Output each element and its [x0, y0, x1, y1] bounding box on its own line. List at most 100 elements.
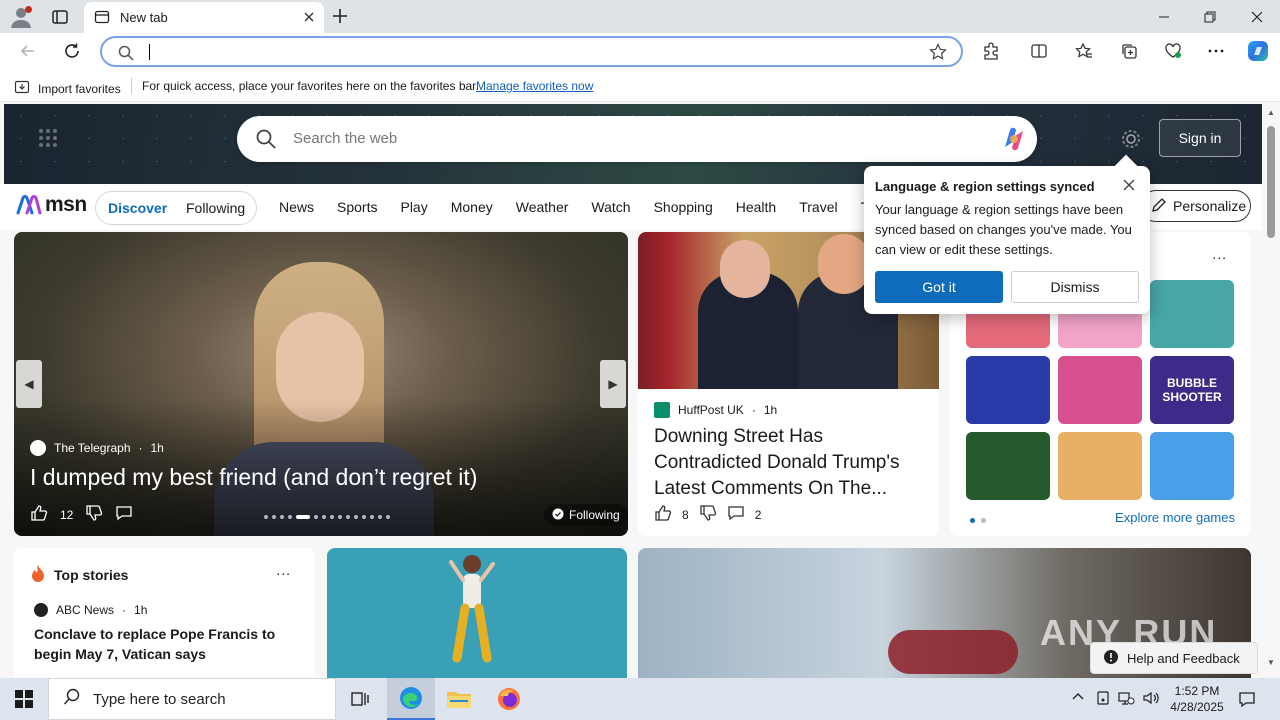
settings-gear-icon[interactable] — [1120, 128, 1142, 153]
msn-logo[interactable]: msn — [16, 193, 87, 217]
network-icon[interactable] — [1117, 690, 1135, 709]
show-hidden-icons-chevron-icon[interactable] — [1071, 690, 1085, 707]
help-feedback-button[interactable]: Help and Feedback — [1090, 642, 1258, 674]
like-icon[interactable] — [30, 504, 48, 525]
dislike-icon[interactable] — [699, 504, 717, 525]
game-tile[interactable] — [1150, 432, 1234, 500]
close-tab-icon[interactable] — [302, 10, 316, 27]
image-person-right-head — [818, 234, 870, 294]
comment-icon[interactable] — [727, 504, 745, 525]
got-it-button[interactable]: Got it — [875, 271, 1003, 303]
tab-discover[interactable]: Discover — [108, 200, 167, 216]
collections-icon[interactable] — [1120, 42, 1138, 63]
notification-dot — [25, 6, 32, 13]
tab-actions-icon[interactable] — [50, 7, 70, 27]
game-tile[interactable] — [966, 356, 1050, 424]
profile-icon[interactable] — [8, 4, 34, 30]
promo-image-card[interactable] — [327, 548, 627, 678]
manage-favorites-link[interactable]: Manage favorites now — [476, 79, 593, 93]
game-tile-bubble-shooter[interactable]: BUBBLE SHOOTER — [1150, 356, 1234, 424]
scroll-down-icon[interactable]: ▼ — [1267, 658, 1275, 667]
game-tile[interactable] — [966, 432, 1050, 500]
story-headline[interactable]: I dumped my best friend (and don’t regre… — [30, 464, 477, 491]
carousel-next-button[interactable]: ▶ — [600, 360, 626, 408]
game-tile[interactable] — [1058, 356, 1142, 424]
import-favorites-icon — [14, 79, 30, 98]
game-tile[interactable] — [1058, 432, 1142, 500]
restore-icon[interactable] — [1187, 0, 1233, 33]
tab-title: New tab — [120, 10, 168, 25]
task-view-icon[interactable] — [336, 678, 384, 720]
scrollbar-thumb[interactable] — [1267, 126, 1275, 238]
nav-link-play[interactable]: Play — [400, 199, 427, 215]
carousel-prev-button[interactable]: ◀ — [16, 360, 42, 408]
address-input[interactable] — [100, 36, 963, 67]
web-search-placeholder: Search the web — [293, 130, 398, 147]
nav-link-health[interactable]: Health — [736, 199, 776, 215]
web-search-box[interactable]: Search the web — [237, 116, 1037, 162]
extensions-icon[interactable] — [982, 42, 1000, 63]
favorites-bar: Import favorites For quick access, place… — [0, 71, 1280, 102]
nav-link-weather[interactable]: Weather — [516, 199, 569, 215]
page-scrollbar[interactable]: ▲ ▼ — [1262, 102, 1280, 678]
copilot-icon[interactable] — [1246, 39, 1270, 66]
firefox-icon[interactable] — [485, 678, 533, 720]
games-more-options[interactable]: ... — [1212, 246, 1227, 262]
nav-link-shopping[interactable]: Shopping — [654, 199, 713, 215]
personalize-button[interactable]: Personalize — [1140, 190, 1251, 222]
split-screen-icon[interactable] — [1030, 42, 1048, 63]
close-popup-icon[interactable] — [1122, 178, 1136, 195]
dislike-icon[interactable] — [85, 504, 103, 525]
add-favorite-star-icon[interactable] — [929, 43, 947, 64]
minimize-icon[interactable] — [1141, 0, 1187, 33]
telegraph-logo-icon — [30, 440, 46, 456]
explore-more-games-link[interactable]: Explore more games — [1115, 510, 1235, 525]
following-badge[interactable]: Following — [544, 504, 628, 526]
feedback-icon — [1103, 649, 1119, 668]
file-explorer-icon[interactable] — [435, 678, 483, 720]
nav-link-watch[interactable]: Watch — [591, 199, 630, 215]
drink-image — [888, 630, 1018, 674]
comment-icon[interactable] — [115, 504, 133, 525]
dismiss-button[interactable]: Dismiss — [1011, 271, 1139, 303]
nav-link-travel[interactable]: Travel — [799, 199, 837, 215]
nav-link-money[interactable]: Money — [451, 199, 493, 215]
device-icon[interactable] — [1095, 690, 1111, 709]
apps-grid-icon[interactable] — [38, 128, 58, 151]
import-favorites-button[interactable]: Import favorites — [14, 79, 121, 98]
system-clock[interactable]: 1:52 PM 4/28/2025 — [1166, 683, 1228, 715]
top-stories-card: Top stories ... ABC News · 1h Conclave t… — [14, 548, 315, 678]
notifications-icon[interactable] — [1238, 690, 1256, 711]
help-feedback-label: Help and Feedback — [1127, 650, 1240, 666]
taskbar-search-box[interactable]: Type here to search — [48, 678, 336, 720]
browser-essentials-icon[interactable] — [1163, 42, 1183, 63]
copilot-icon[interactable] — [999, 125, 1029, 156]
sign-in-button[interactable]: Sign in — [1159, 119, 1241, 157]
scroll-up-icon[interactable]: ▲ — [1267, 108, 1275, 117]
news-headline[interactable]: Downing Street Has Contradicted Donald T… — [654, 424, 929, 502]
new-tab-plus-icon[interactable] — [330, 6, 350, 29]
search-icon — [63, 688, 81, 710]
like-icon[interactable] — [654, 504, 672, 525]
story-source: ABC News · 1h — [34, 603, 147, 617]
nav-link-sports[interactable]: Sports — [337, 199, 377, 215]
story-headline[interactable]: Conclave to replace Pope Francis to begi… — [34, 624, 284, 664]
start-button[interactable] — [0, 678, 48, 720]
story-age: 1h — [134, 603, 148, 617]
game-tile[interactable] — [1150, 280, 1234, 348]
top-stories-more-options[interactable]: ... — [276, 562, 291, 578]
close-window-icon[interactable] — [1234, 0, 1280, 33]
clock-time: 1:52 PM — [1174, 684, 1220, 698]
refresh-icon[interactable] — [62, 41, 82, 64]
edge-taskbar-icon[interactable] — [387, 678, 435, 720]
like-count: 12 — [60, 507, 74, 522]
back-arrow-icon[interactable] — [18, 41, 38, 64]
nav-link-news[interactable]: News — [279, 199, 314, 215]
featured-story-card[interactable]: ◀ ▶ The Telegraph · 1h I dumped my best … — [14, 232, 628, 536]
favorites-icon[interactable] — [1075, 42, 1093, 63]
tab-new-tab[interactable]: New tab — [84, 2, 324, 33]
more-options-icon[interactable] — [1207, 42, 1225, 63]
volume-icon[interactable] — [1142, 690, 1160, 709]
popup-message: Your language & region settings have bee… — [875, 202, 1132, 257]
tab-following[interactable]: Following — [186, 200, 245, 216]
